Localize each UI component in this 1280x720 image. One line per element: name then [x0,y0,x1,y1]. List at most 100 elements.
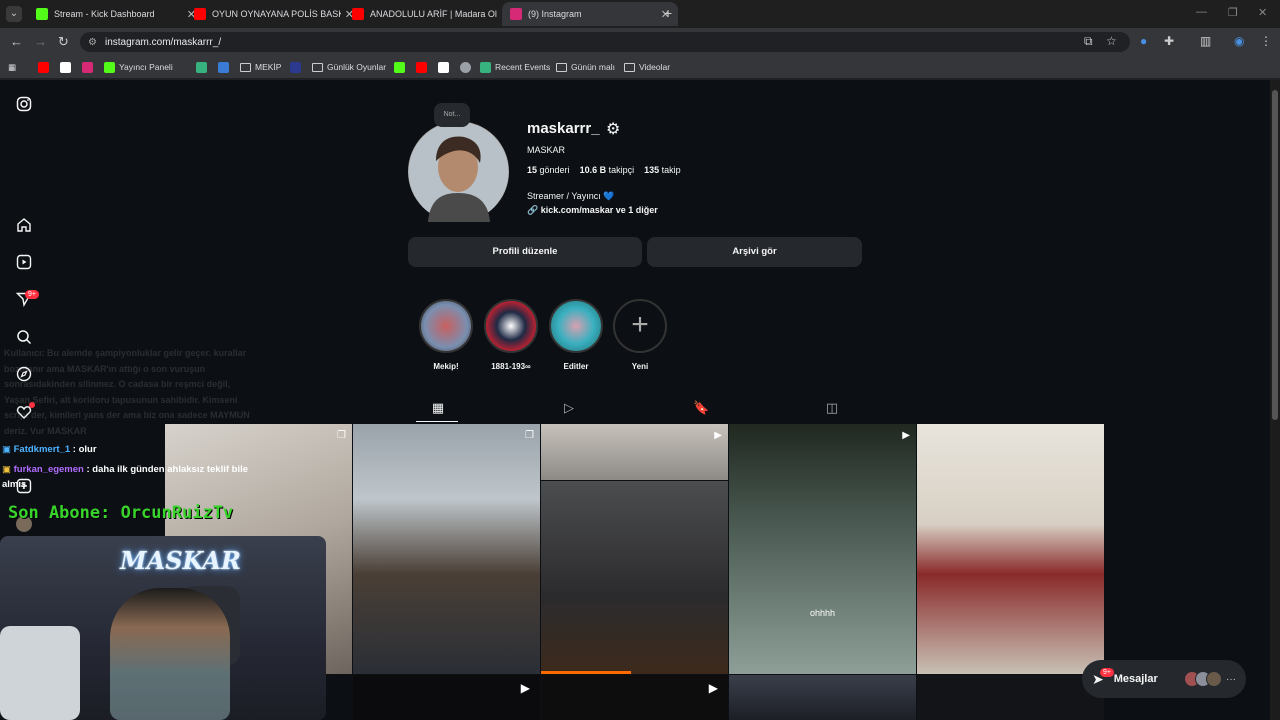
back-icon[interactable]: ← [10,34,23,49]
bookmark-label: Günlük Oyunlar [327,62,387,72]
bookmark-folder-gunluk-oyunlar[interactable]: Günlük Oyunlar [312,60,386,74]
tab-reels-icon[interactable]: ▷ [561,400,577,416]
reel-play-icon: ▶ [714,430,722,441]
bookmark-x[interactable] [60,60,75,74]
tab-youtube-2[interactable]: ANADOLULU ARİF | Madara Ol ✕ [344,2,520,26]
highlight-new[interactable]: + Yeni [612,299,668,371]
profile-link[interactable]: 🔗 kick.com/maskar ve 1 diğer [527,205,658,216]
install-app-icon[interactable]: ⧉ [1084,34,1093,49]
bookmark-youtube[interactable] [38,60,53,74]
blue-heart-icon: 💙 [603,191,615,201]
tab-youtube-1[interactable]: OYUN OYNAYANA POLİS BASKI ✕ [186,2,362,26]
tab-tagged-icon[interactable]: ◫ [824,400,840,416]
more-icon[interactable]: ··· [1226,674,1236,685]
chat-ghost-text: Kullanıcı: Bu alemde şampiyonluklar geli… [4,348,250,436]
page-scrollbar[interactable] [1270,80,1280,720]
bookmark-yayinci-paneli[interactable]: Yayıncı Paneli [104,60,173,74]
bookmark-5[interactable] [438,60,453,74]
following-stat[interactable]: 135 takip [644,165,681,175]
webcam-streamer [110,588,230,720]
post-5[interactable] [917,424,1104,674]
bookmark-6[interactable] [460,60,475,74]
reload-icon[interactable]: ↻ [58,34,69,50]
tab-posts-grid-icon[interactable]: ▦ [430,400,446,416]
profile-stats: 15 gönderi 10.6 B takipçi 135 takip [527,165,681,175]
messages-dock[interactable]: ➤ 9+ Mesajlar ··· [1082,660,1246,698]
search-icon[interactable] [16,329,32,345]
menu-icon[interactable]: ⋮ [1260,34,1272,48]
message-avatars [1184,671,1222,687]
minimize-icon[interactable]: — [1196,6,1207,18]
extension-icon[interactable]: ● [1140,34,1147,48]
extensions-puzzle-icon[interactable]: ✚ [1164,34,1174,48]
site-info-icon[interactable]: ⚙ [88,37,97,48]
highlight-label: 1881-193∞ [491,362,531,371]
tab-title: Stream - Kick Dashboard [54,9,155,19]
bookmarks-bar: ▦ Yayıncı Paneli MEKİP Günlük Oyunlar Re… [0,56,1280,78]
highlight-editler[interactable]: Editler [548,299,604,371]
bookmark-4[interactable] [290,60,305,74]
reel-play-icon: ▶ [708,681,718,695]
tab-kick-dashboard[interactable]: Stream - Kick Dashboard ✕ [28,2,204,26]
new-tab-button[interactable]: + [664,5,672,21]
view-archive-button[interactable]: Arşivi gör [647,237,862,267]
following-count: 135 [644,165,660,175]
browser-chrome: ⌄ Stream - Kick Dashboard ✕ OYUN OYNAYAN… [0,0,1280,80]
post-8[interactable] [729,675,916,720]
bookmark-label: Yayıncı Paneli [119,62,173,72]
avatar [1206,671,1222,687]
site-icon [218,61,229,73]
bookmark-folder-videolar[interactable]: Videolar [624,60,670,74]
bookmark-recent-events[interactable]: Recent Events [480,60,550,74]
bookmark-instagram[interactable] [82,60,97,74]
bookmark-3[interactable] [218,60,233,74]
post-3-top[interactable]: ▶ [541,424,728,480]
post-2[interactable]: ❐ [353,424,540,674]
reels-icon[interactable] [16,254,32,270]
bookmark-star-icon[interactable]: ☆ [1106,34,1117,48]
apps-icon[interactable]: ▦ [8,60,16,74]
restore-icon[interactable]: ❐ [1228,6,1238,19]
bookmark-youtube-2[interactable] [416,60,431,74]
folder-icon [312,62,323,72]
tab-search-icon[interactable]: ⌄ [6,6,22,22]
profile-username: maskarrr_ [527,120,600,137]
profile-avatar[interactable] [408,121,509,222]
bookmark-folder-gunun-mali[interactable]: Günün malı [556,60,615,74]
tab-instagram[interactable]: (9) Instagram ✕ [502,2,678,26]
highlight-1881[interactable]: 1881-193∞ [483,299,539,371]
site-icon [196,61,207,73]
address-bar[interactable]: ⚙ instagram.com/maskarrr_/ [80,32,1130,52]
post-9[interactable] [917,675,1104,720]
side-panel-icon[interactable]: ▥ [1200,34,1211,48]
tab-saved-bookmark-icon[interactable]: 🔖 [693,400,709,416]
bookmark-kick[interactable] [394,60,409,74]
followers-stat[interactable]: 10.6 B takipçi [580,165,635,175]
post-4[interactable]: ▶ ohhhh [729,424,916,674]
instagram-icon [510,8,522,20]
post-6[interactable]: ▶ [353,675,540,720]
post-7[interactable]: ▶ [541,675,728,720]
instagram-logo-icon[interactable] [16,96,32,112]
kick-icon [36,8,48,20]
post-3[interactable] [541,481,728,674]
forward-icon[interactable]: → [34,34,47,49]
highlight-label: Editler [563,362,589,371]
address-row: ← → ↻ ⚙ instagram.com/maskarrr_/ ⧉ ☆ ● ✚… [0,28,1280,56]
settings-gear-icon[interactable]: ⚙ [606,119,620,139]
home-icon[interactable] [16,217,32,233]
profile-avatar[interactable]: ◉ [1234,34,1244,48]
avatar-photo [408,121,509,222]
highlight-mekip[interactable]: Mekip! [418,299,474,371]
edit-profile-button[interactable]: Profili düzenle [408,237,642,267]
highlight-cover [549,299,603,353]
note-bubble[interactable]: Not... [434,103,470,127]
bio-text: Streamer / Yayıncı [527,191,601,201]
scrollbar-thumb[interactable] [1272,90,1278,420]
bookmark-folder-mekip[interactable]: MEKİP [240,60,281,74]
youtube-icon [416,61,427,73]
chat-message: : olur [72,444,97,455]
close-window-icon[interactable]: ✕ [1258,6,1267,19]
bookmark-2[interactable] [196,60,211,74]
tab-title: ANADOLULU ARİF | Madara Ol [370,9,497,19]
